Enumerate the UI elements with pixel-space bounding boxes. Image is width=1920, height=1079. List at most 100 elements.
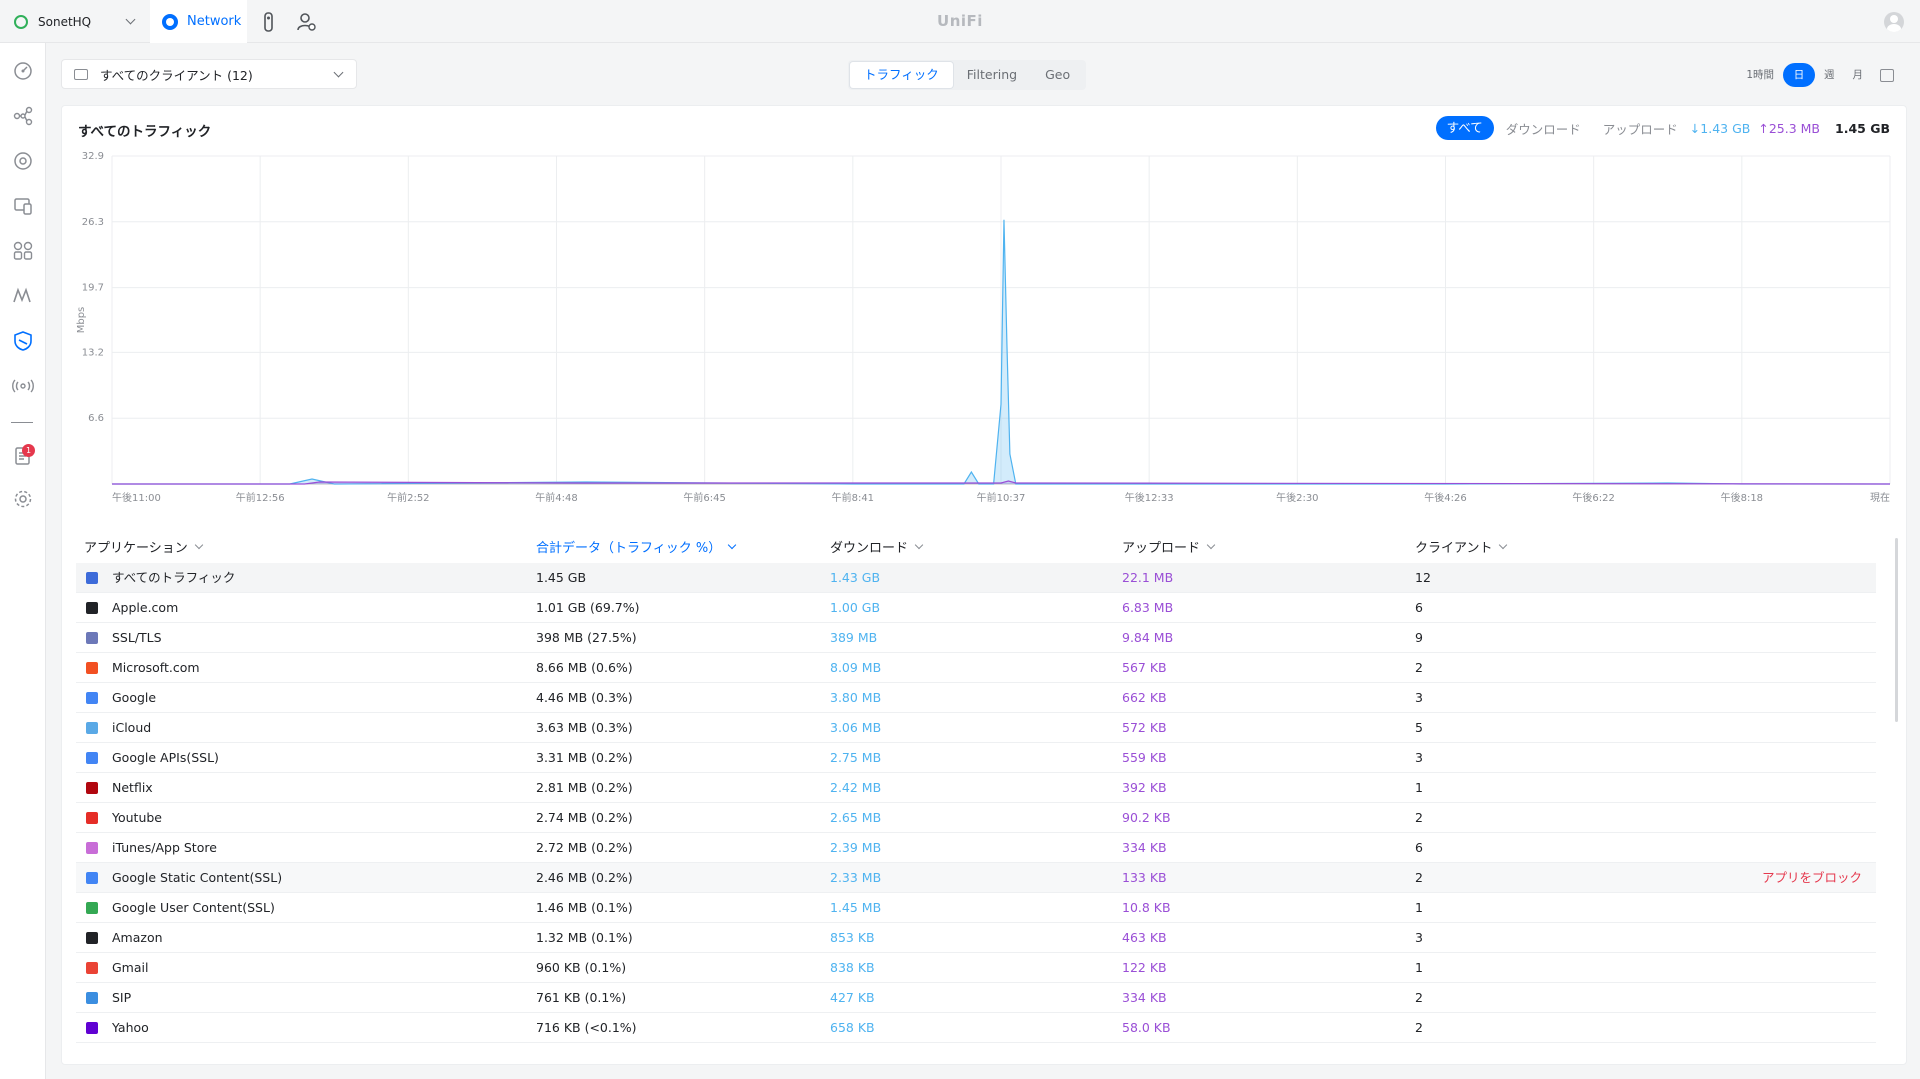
monitor-icon: [74, 68, 88, 80]
client-count: 3: [1415, 750, 1423, 765]
security-icon[interactable]: [12, 330, 34, 352]
client-count: 5: [1415, 720, 1423, 735]
total-data: 1.46 MB (0.1%): [536, 900, 633, 915]
youtube-icon: [86, 812, 98, 824]
avatar[interactable]: [1884, 12, 1904, 32]
clients-icon[interactable]: [12, 195, 34, 217]
table-row[interactable]: iCloud 3.63 MB (0.3%) 3.06 MB 572 KB 5: [76, 713, 1876, 743]
download-value: 427 KB: [830, 990, 875, 1005]
table-row[interactable]: SSL/TLS 398 MB (27.5%) 389 MB 9.84 MB 9: [76, 623, 1876, 653]
range-month[interactable]: 月: [1844, 63, 1873, 87]
upload-value: 392 KB: [1122, 780, 1167, 795]
table-row[interactable]: Google User Content(SSL) 1.46 MB (0.1%) 1.…: [76, 893, 1876, 923]
google-static-icon: [86, 872, 98, 884]
block-app-button[interactable]: アプリをブロック: [1762, 863, 1862, 893]
download-value: 2.33 MB: [830, 870, 882, 885]
client-count: 3: [1415, 690, 1423, 705]
total-data: 3.31 MB (0.2%): [536, 750, 633, 765]
table-row[interactable]: Google Static Content(SSL) 2.46 MB (0.2%)…: [76, 863, 1876, 893]
devices-icon[interactable]: [12, 150, 34, 172]
total-data: 8.66 MB (0.6%): [536, 660, 633, 675]
client-count: 3: [1415, 930, 1423, 945]
x-tick-label: 午前8:41: [832, 491, 874, 504]
client-count: 12: [1415, 570, 1431, 585]
amazon-icon: [86, 932, 98, 944]
y-tick-label: 6.6: [88, 413, 104, 424]
table-row[interactable]: SIP 761 KB (0.1%) 427 KB 334 KB 2: [76, 983, 1876, 1013]
upload-value: 9.84 MB: [1122, 630, 1174, 645]
tab-geo[interactable]: Geo: [1031, 62, 1084, 88]
apple-icon: [86, 602, 98, 614]
total-data: 1.45 GB: [536, 570, 587, 585]
client-filter-dropdown[interactable]: すべてのクライアント (12): [61, 59, 357, 89]
client-count: 1: [1415, 960, 1423, 975]
app-name: iCloud: [112, 720, 152, 735]
client-count: 2: [1415, 1020, 1423, 1035]
table-row[interactable]: Google APIs(SSL) 3.31 MB (0.2%) 2.75 MB 559…: [76, 743, 1876, 773]
dashboard-icon[interactable]: [12, 60, 34, 82]
download-value: 389 MB: [830, 630, 878, 645]
upload-value: 122 KB: [1122, 960, 1167, 975]
topology-icon[interactable]: [12, 105, 34, 127]
app-name: Apple.com: [112, 600, 179, 615]
time-range-selector: 1時間 日 週 月: [1737, 63, 1894, 87]
sort-caret-icon: [727, 540, 737, 549]
table-row[interactable]: Apple.com 1.01 GB (69.7%) 1.00 GB 6.83 MB 6: [76, 593, 1876, 623]
download-value: 3.06 MB: [830, 720, 882, 735]
total-data: 1.32 MB (0.1%): [536, 930, 633, 945]
range-day[interactable]: 日: [1783, 63, 1815, 87]
table-row[interactable]: Google 4.46 MB (0.3%) 3.80 MB 662 KB 3: [76, 683, 1876, 713]
calendar-icon[interactable]: [1880, 68, 1894, 82]
total-data: 1.01 GB (69.7%): [536, 600, 640, 615]
tab-traffic[interactable]: トラフィック: [850, 62, 953, 88]
notification-badge: 1: [22, 444, 35, 457]
table-row[interactable]: Amazon 1.32 MB (0.1%) 853 KB 463 KB 3: [76, 923, 1876, 953]
total-data: 2.72 MB (0.2%): [536, 840, 633, 855]
table-row[interactable]: Microsoft.com 8.66 MB (0.6%) 8.09 MB 567 KB…: [76, 653, 1876, 683]
client-count: 2: [1415, 990, 1423, 1005]
download-value: 2.65 MB: [830, 810, 882, 825]
col-upload[interactable]: アップロード: [1122, 537, 1216, 556]
app-name: iTunes/App Store: [112, 840, 217, 855]
table-row[interactable]: Youtube 2.74 MB (0.2%) 2.65 MB 90.2 KB 2: [76, 803, 1876, 833]
download-value: 1.00 GB: [830, 600, 881, 615]
itunes-icon: [86, 842, 98, 854]
top-bar: SonetHQ Network UniFi: [0, 0, 1920, 43]
client-filter-label: すべてのクライアント (12): [100, 67, 253, 83]
tab-filtering[interactable]: Filtering: [953, 62, 1031, 88]
table-row[interactable]: すべてのトラフィック 1.45 GB 1.43 GB 22.1 MB 12: [76, 563, 1876, 593]
wifi-icon[interactable]: [12, 375, 34, 397]
settings-icon[interactable]: [12, 488, 34, 510]
traffic-card: すべてのトラフィック すべて ダウンロード アップロード ↓ 1.43 GB ↑ 2…: [61, 105, 1907, 1065]
app-table-body: すべてのトラフィック 1.45 GB 1.43 GB 22.1 MB 12 Apple.c…: [76, 563, 1876, 1043]
google-icon: [86, 692, 98, 704]
col-download[interactable]: ダウンロード: [830, 537, 924, 556]
download-value: 8.09 MB: [830, 660, 882, 675]
col-app[interactable]: アプリケーション: [84, 537, 203, 556]
statistics-icon[interactable]: [12, 240, 34, 262]
app-name: Yahoo: [112, 1020, 149, 1035]
upload-value: 58.0 KB: [1122, 1020, 1171, 1035]
x-tick-label: 午後2:30: [1276, 491, 1318, 504]
col-clients[interactable]: クライアント: [1415, 537, 1508, 556]
col-total[interactable]: 合計データ（トラフィック %）: [536, 537, 737, 556]
y-tick-label: 32.9: [82, 151, 104, 162]
gmail-icon: [86, 962, 98, 974]
table-row[interactable]: Yahoo 716 KB (<0.1%) 658 KB 58.0 KB 2: [76, 1013, 1876, 1043]
nav-divider: [11, 422, 33, 423]
insights-icon[interactable]: [12, 285, 34, 307]
x-tick-label: 午前12:56: [236, 491, 285, 504]
upload-value: 133 KB: [1122, 870, 1167, 885]
table-row[interactable]: Gmail 960 KB (0.1%) 838 KB 122 KB 1: [76, 953, 1876, 983]
sort-caret-icon: [1499, 540, 1508, 549]
table-scrollbar[interactable]: [1895, 538, 1898, 722]
total-data: 960 KB (0.1%): [536, 960, 627, 975]
range-week[interactable]: 週: [1815, 63, 1844, 87]
table-row[interactable]: Netflix 2.81 MB (0.2%) 2.42 MB 392 KB 1: [76, 773, 1876, 803]
download-value: 1.45 MB: [830, 900, 882, 915]
side-nav: 1: [0, 43, 46, 1079]
table-row[interactable]: iTunes/App Store 2.72 MB (0.2%) 2.39 MB 334…: [76, 833, 1876, 863]
upload-value: 463 KB: [1122, 930, 1167, 945]
range-hour[interactable]: 1時間: [1737, 63, 1783, 87]
sip-icon: [86, 992, 98, 1004]
